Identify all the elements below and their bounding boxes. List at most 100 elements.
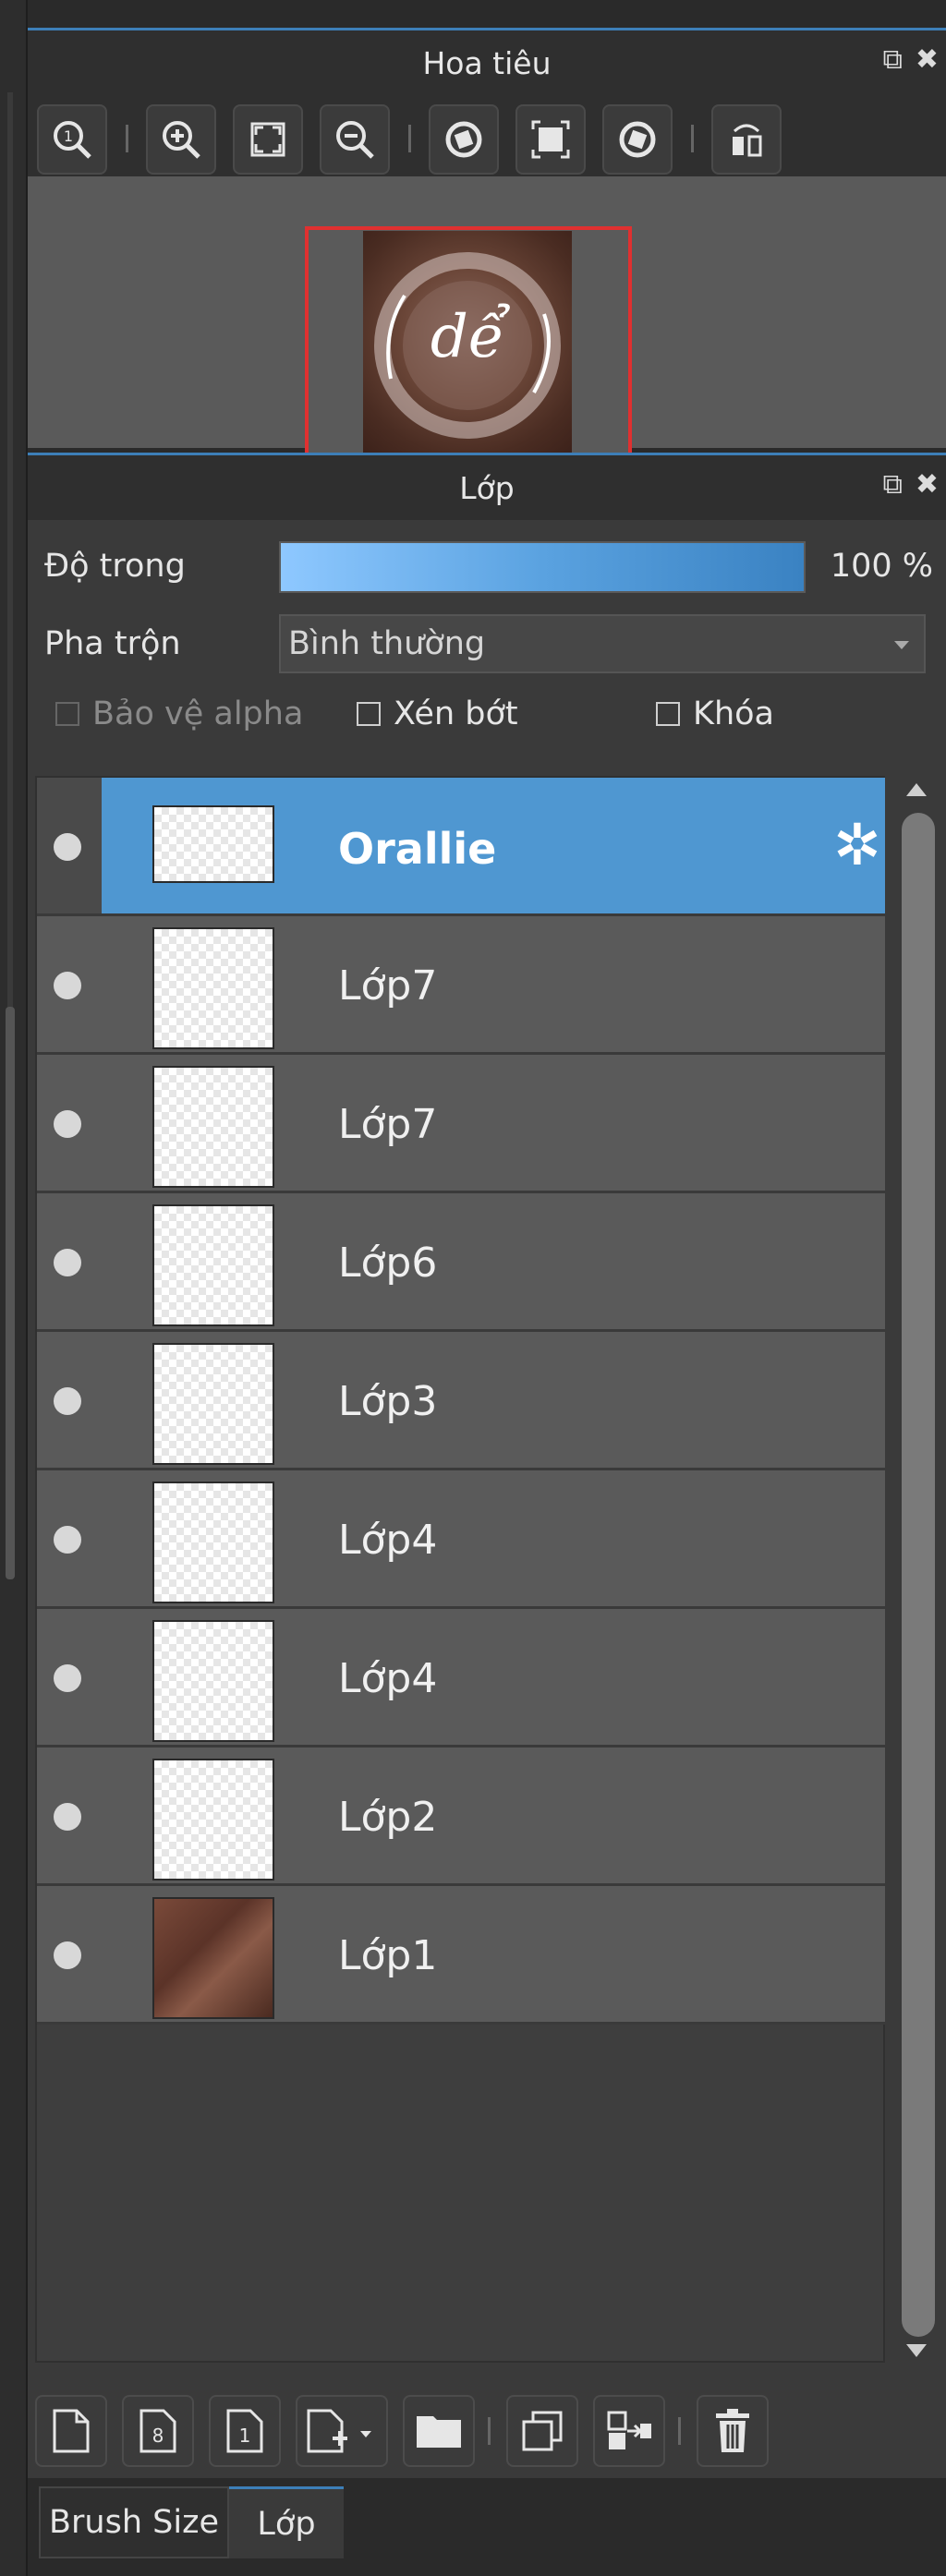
duplicate-icon	[522, 2411, 563, 2451]
trash-icon	[716, 2409, 749, 2452]
layer-row[interactable]: Lớp6	[37, 1193, 885, 1332]
layer-name: Lớp7	[338, 962, 438, 1010]
8bit-layer-icon: 8	[139, 2409, 176, 2453]
new-page-icon	[53, 2409, 90, 2453]
fit-screen-button[interactable]	[233, 104, 303, 175]
merge-down-button[interactable]	[593, 2395, 665, 2467]
opacity-label: Độ trong	[44, 548, 186, 585]
detach-icon[interactable]: ⧉	[882, 468, 902, 501]
add-layer-menu-button[interactable]	[296, 2395, 388, 2467]
layer-row[interactable]: Lớp4	[37, 1470, 885, 1609]
zoom-out-button[interactable]	[320, 104, 390, 175]
flip-horizontal-button[interactable]	[711, 104, 782, 175]
tab-brush-size[interactable]: Brush Size	[39, 2486, 229, 2558]
layer-thumbnail	[152, 805, 274, 883]
new-8bit-layer-button[interactable]: 8	[122, 2395, 194, 2467]
close-icon[interactable]: ✖	[916, 468, 939, 501]
clip-checkbox[interactable]: Xén bớt	[357, 695, 518, 732]
chevron-down-icon	[894, 641, 909, 649]
layer-name: Lớp4	[338, 1517, 438, 1564]
visibility-icon[interactable]	[54, 1664, 81, 1692]
new-folder-button[interactable]	[403, 2395, 475, 2467]
toolbar-separator	[691, 125, 694, 152]
layer-row[interactable]: Lớp2	[37, 1748, 885, 1886]
opacity-slider[interactable]	[279, 541, 806, 593]
toolbar-separator	[408, 125, 411, 152]
zoom-out-icon	[336, 121, 374, 159]
navigator-preview[interactable]: dể	[28, 176, 946, 465]
folder-icon	[417, 2416, 461, 2448]
tab-layer[interactable]: Lớp	[229, 2486, 344, 2558]
rotate-left-icon	[445, 121, 482, 158]
lock-label: Khóa	[693, 695, 774, 732]
layer-name: Lớp2	[338, 1794, 438, 1841]
rotate-right-button[interactable]	[602, 104, 673, 175]
new-1bit-layer-button[interactable]: 1	[209, 2395, 281, 2467]
layer-thumbnail	[152, 1897, 274, 2019]
layer-name: Lớp3	[338, 1378, 438, 1425]
1bit-layer-icon: 1	[226, 2409, 263, 2453]
dock-tabs: Brush Size Lớp	[28, 2486, 946, 2576]
reset-view-button[interactable]	[515, 104, 586, 175]
new-layer-button[interactable]	[35, 2395, 107, 2467]
layer-thumbnail	[152, 1759, 274, 1881]
visibility-icon[interactable]	[54, 1526, 81, 1554]
layer-row[interactable]: Lớp3	[37, 1332, 885, 1470]
layer-thumbnail	[152, 1066, 274, 1188]
navigator-title: Hoa tiêu	[422, 45, 552, 81]
rotate-left-button[interactable]	[429, 104, 499, 175]
layer-actions-toolbar: 8 1	[35, 2395, 922, 2469]
delete-layer-button[interactable]	[697, 2395, 769, 2467]
scroll-down-icon[interactable]	[906, 2344, 927, 2357]
close-icon[interactable]: ✖	[916, 43, 939, 76]
visibility-icon[interactable]	[54, 1387, 81, 1415]
layers-title: Lớp	[459, 470, 515, 506]
layer-name: Lớp6	[338, 1240, 438, 1287]
protect-alpha-checkbox[interactable]: Bảo vệ alpha	[55, 695, 303, 732]
layer-thumbnail	[152, 927, 274, 1049]
lock-checkbox[interactable]: Khóa	[656, 695, 774, 732]
navigator-panel: Hoa tiêu ⧉ ✖ 1 dể	[28, 28, 946, 465]
detach-icon[interactable]: ⧉	[882, 43, 902, 76]
fit-screen-icon	[250, 122, 285, 157]
thumbnail-text: dể	[430, 303, 505, 371]
visibility-icon[interactable]	[54, 1110, 81, 1138]
blend-mode-value: Bình thường	[288, 625, 486, 662]
layer-list-scrollbar[interactable]	[894, 776, 940, 2374]
checkbox-box	[656, 702, 680, 726]
layer-row[interactable]: Lớp1	[37, 1886, 885, 2025]
layer-name: Lớp7	[338, 1101, 438, 1148]
layer-list: Orallie ✲ Lớp7 Lớp7 Lớp6 Lớp3 Lớp4 Lớp4 …	[35, 776, 885, 2363]
navigator-thumbnail: dể	[363, 231, 572, 460]
protect-alpha-label: Bảo vệ alpha	[92, 695, 304, 732]
layer-thumbnail	[152, 1204, 274, 1326]
layers-title-bar: Lớp ⧉ ✖	[28, 455, 946, 520]
merge-layer-icon	[607, 2411, 651, 2449]
visibility-icon[interactable]	[54, 972, 81, 999]
zoom-1to1-icon: 1	[54, 121, 91, 159]
visibility-icon[interactable]	[54, 1941, 81, 1969]
gear-icon[interactable]: ✲	[833, 816, 881, 874]
zoom-in-button[interactable]	[146, 104, 216, 175]
visibility-icon[interactable]	[54, 1803, 81, 1831]
visibility-icon[interactable]	[54, 1249, 81, 1276]
navigator-toolbar: 1	[28, 95, 946, 176]
scroll-up-icon[interactable]	[906, 783, 927, 796]
toolbar-separator	[678, 2417, 681, 2445]
left-dock-edge	[0, 0, 28, 2576]
zoom-actual-size-button[interactable]: 1	[37, 104, 107, 175]
scrollbar-thumb[interactable]	[902, 813, 935, 2337]
layer-thumbnail	[152, 1620, 274, 1742]
checkbox-box	[357, 702, 381, 726]
layer-row-orallie[interactable]: Orallie ✲	[37, 778, 885, 916]
layer-row[interactable]: Lớp7	[37, 1055, 885, 1193]
blend-mode-select[interactable]: Bình thường	[279, 614, 926, 673]
clip-label: Xén bớt	[394, 695, 518, 732]
visibility-icon[interactable]	[54, 833, 81, 861]
layer-row[interactable]: Lớp7	[37, 916, 885, 1055]
duplicate-layer-button[interactable]	[506, 2395, 578, 2467]
left-scroll-handle[interactable]	[6, 1007, 15, 1579]
layers-panel: Lớp ⧉ ✖ Độ trong 100 % Pha trộn Bình thư…	[28, 453, 946, 2478]
rotate-right-icon	[619, 121, 656, 158]
layer-row[interactable]: Lớp4	[37, 1609, 885, 1748]
